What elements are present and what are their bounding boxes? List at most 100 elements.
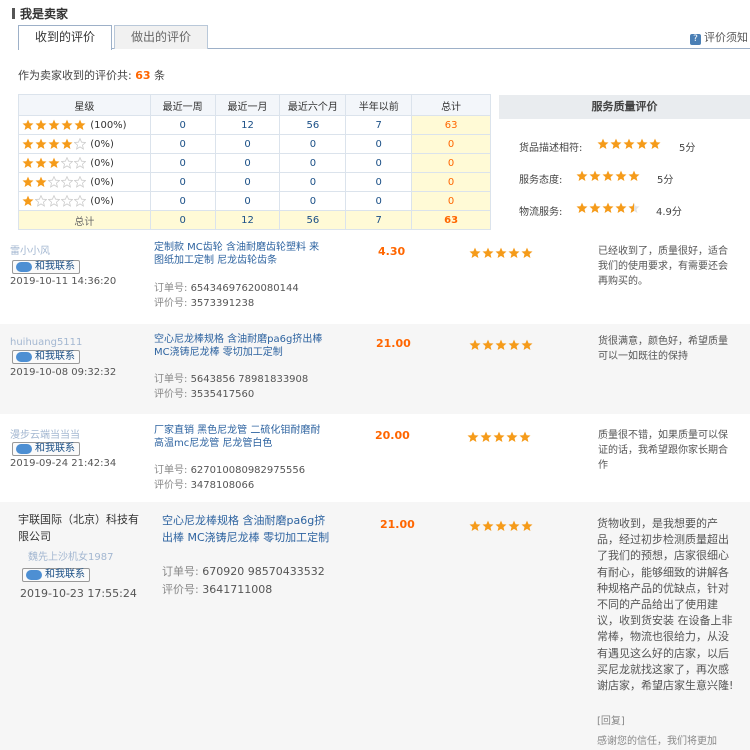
rating-row: (0%) 0 0 0 0 0 xyxy=(18,191,491,211)
count-six-months: 56 xyxy=(279,115,347,135)
table-header-row: 星级 最近一周 最近一月 最近六个月 半年以前 总计 xyxy=(18,94,491,116)
sum-older: 7 xyxy=(345,210,413,230)
star-filled-icon xyxy=(521,520,533,532)
buyer-name[interactable]: huihuang5111 xyxy=(10,337,82,348)
product-link[interactable]: 空心尼龙棒规格 含油耐磨pa6g挤出棒 MC浇铸尼龙棒 零切加工定制 xyxy=(154,333,324,359)
order-label: 订单号: xyxy=(154,283,188,294)
review-help-link[interactable]: ? 评价须知 xyxy=(690,29,748,45)
star-filled-icon xyxy=(22,195,34,207)
star-filled-icon xyxy=(74,119,86,131)
buyer-name[interactable]: 宇联国际（北京）科技有限公司 xyxy=(18,511,143,545)
buyer-name[interactable]: 雷小小风 xyxy=(10,242,50,257)
star-filled-icon xyxy=(615,170,627,182)
contact-button[interactable]: 和我联系 xyxy=(12,260,80,274)
review-item: 漫步云端当当当 和我联系 2019-09-24 21:42:34 厂家直销 黑色… xyxy=(0,416,750,500)
rating-row: (0%) 0 0 0 0 0 xyxy=(18,134,491,154)
star-filled-icon xyxy=(48,119,60,131)
star-filled-icon xyxy=(482,247,494,259)
count-month: 0 xyxy=(214,134,281,154)
eval-label: 评价号: xyxy=(154,298,188,309)
count-six-months: 0 xyxy=(279,172,347,192)
contact-button[interactable]: 和我联系 xyxy=(12,442,80,456)
star-filled-icon xyxy=(623,138,635,150)
sum-total: 63 xyxy=(411,210,491,230)
count-older: 7 xyxy=(345,115,413,135)
review-comment: 已经收到了，质量很好，适合我们的使用要求，有需要还会再购买的。 xyxy=(598,246,728,287)
review-item: 宇联国际（北京）科技有限公司 魏先上沙机女1987 和我联系 2019-10-2… xyxy=(0,502,750,750)
tab-received-reviews[interactable]: 收到的评价 xyxy=(18,25,112,50)
star-level-pct: (0%) xyxy=(90,196,114,207)
service-quality-title: 服务质量评价 xyxy=(499,95,750,119)
star-half-icon xyxy=(628,202,640,214)
star-filled-icon xyxy=(628,170,640,182)
tab-bar: 收到的评价 做出的评价 ? 评价须知 xyxy=(18,25,750,50)
buyer-sub-name[interactable]: 魏先上沙机女1987 xyxy=(28,548,113,563)
rating-row: (0%) 0 0 0 0 0 xyxy=(18,153,491,173)
total-suffix: 条 xyxy=(154,69,166,82)
star-filled-icon xyxy=(602,170,614,182)
star-filled-icon xyxy=(480,431,492,443)
chat-icon xyxy=(26,570,42,580)
sum-month: 12 xyxy=(214,210,281,230)
star-filled-icon xyxy=(482,339,494,351)
quality-stars xyxy=(597,138,662,150)
contact-label: 和我联系 xyxy=(45,569,85,580)
eval-label: 评价号: xyxy=(162,583,199,596)
star-filled-icon xyxy=(597,138,609,150)
star-empty-icon xyxy=(74,176,86,188)
star-filled-icon xyxy=(22,157,34,169)
sum-six-months: 56 xyxy=(279,210,347,230)
sum-label: 总计 xyxy=(18,210,151,230)
price: 21.00 xyxy=(376,337,411,350)
product-link[interactable]: 厂家直销 黑色尼龙管 二硫化钼耐磨耐高温mc尼龙管 尼龙管白色 xyxy=(154,424,324,450)
reply-link[interactable]: [回复] xyxy=(597,712,625,727)
eval-label: 评价号: xyxy=(154,389,188,400)
review-comment: 货很满意，颜色好，希望质量可以一如既往的保持 xyxy=(598,336,728,362)
review-item: huihuang5111 和我联系 2019-10-08 09:32:32 空心… xyxy=(0,324,750,414)
review-stars xyxy=(469,338,534,351)
header-month: 最近一月 xyxy=(214,94,281,116)
product-link[interactable]: 空心尼龙棒规格 含油耐磨pa6g挤出棒 MC浇铸尼龙棒 零切加工定制 xyxy=(162,512,332,546)
star-level-pct: (0%) xyxy=(90,177,114,188)
review-date: 2019-09-24 21:42:34 xyxy=(10,458,117,469)
count-week: 0 xyxy=(149,191,216,211)
contact-button[interactable]: 和我联系 xyxy=(22,568,90,582)
star-level-stars xyxy=(22,138,87,150)
star-filled-icon xyxy=(482,520,494,532)
star-filled-icon xyxy=(576,170,588,182)
star-filled-icon xyxy=(495,247,507,259)
star-level-stars xyxy=(22,195,87,207)
order-number: 订单号: 5643856 78981833908 xyxy=(154,373,308,387)
star-filled-icon xyxy=(48,157,60,169)
header-older: 半年以前 xyxy=(345,94,413,116)
product-link[interactable]: 定制款 MC齿轮 含油耐磨齿轮塑料 来图纸加工定制 尼龙齿轮齿条 xyxy=(154,241,324,267)
count-older: 0 xyxy=(345,191,413,211)
order-number: 订单号: 65434697620080144 xyxy=(154,282,299,296)
star-level-stars xyxy=(22,157,87,169)
rating-row: (100%) 0 12 56 7 63 xyxy=(18,115,491,135)
contact-label: 和我联系 xyxy=(35,443,75,454)
eval-number: 评价号: 3535417560 xyxy=(154,388,254,402)
quality-label: 服务态度: xyxy=(519,175,563,186)
chat-icon xyxy=(16,262,32,272)
review-stars xyxy=(469,246,534,259)
price: 4.30 xyxy=(378,245,406,258)
star-level-cell: (100%) xyxy=(18,115,151,135)
review-item: 雷小小风 和我联系 2019-10-11 14:36:20 定制款 MC齿轮 含… xyxy=(0,234,750,322)
sum-row: 总计 0 12 56 7 63 xyxy=(18,210,491,230)
count-total: 63 xyxy=(411,115,491,135)
count-month: 0 xyxy=(214,191,281,211)
contact-button[interactable]: 和我联系 xyxy=(12,350,80,364)
star-level-cell: (0%) xyxy=(18,153,151,173)
star-filled-icon xyxy=(35,119,47,131)
buyer-name[interactable]: 漫步云端当当当 xyxy=(10,426,80,441)
total-count: 63 xyxy=(135,69,151,82)
quality-row-description: 货品描述相符: 5分 xyxy=(519,138,695,154)
price: 21.00 xyxy=(380,518,415,531)
count-month: 12 xyxy=(214,115,281,135)
star-empty-icon xyxy=(61,157,73,169)
quality-row-attitude: 服务态度: 5分 xyxy=(519,170,673,186)
tab-given-reviews[interactable]: 做出的评价 xyxy=(114,25,208,49)
star-level-pct: (0%) xyxy=(90,158,114,169)
star-filled-icon xyxy=(495,339,507,351)
